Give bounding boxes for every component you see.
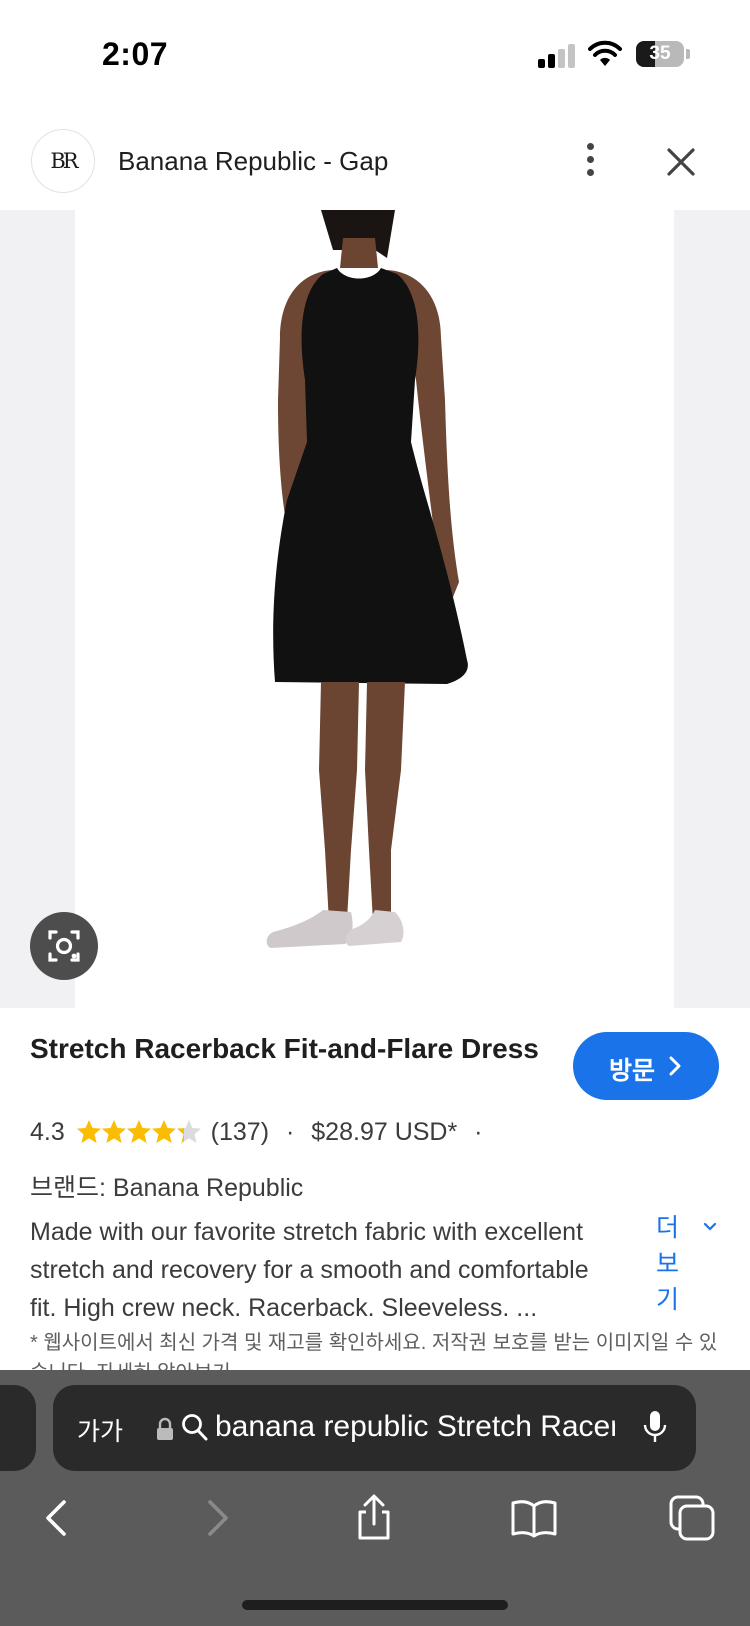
site-logo[interactable]: BR [31,129,95,193]
forward-button[interactable] [192,1494,240,1542]
battery-cap [686,49,690,59]
cellular-signal-icon [538,44,576,68]
disclaimer: * 웹사이트에서 최신 가격 및 재고를 확인하세요. 저작권 보호를 받는 이… [30,1332,718,1372]
more-link[interactable]: 더보기 [656,1210,684,1318]
back-button[interactable] [34,1494,82,1542]
product-title[interactable]: Stretch Racerback Fit-and-Flare Dress [30,1030,550,1068]
star-icon [151,1120,176,1144]
bookmarks-button[interactable] [510,1494,558,1542]
lock-icon [157,1417,173,1440]
product-image [75,210,674,1008]
visit-button[interactable]: 방문 [573,1032,719,1100]
star-icon [76,1120,101,1144]
microphone-icon[interactable] [642,1409,668,1445]
chevron-down-icon[interactable] [703,1222,717,1232]
wifi-icon [588,40,622,68]
close-icon [667,148,695,176]
model-in-dress-image [266,210,468,948]
chevron-right-icon [669,1056,681,1076]
description-line: Made with our favorite stretch fabric wi… [30,1218,584,1246]
status-bar: 2:07 35 [0,0,750,110]
star-icon [126,1120,151,1144]
description-line: fit. High crew neck. Racerback. Sleevele… [30,1294,538,1322]
rating-price-row: 4.3 (137) · $28.97 USD* · [30,1117,493,1153]
back-arrow-icon [46,1500,66,1536]
more-options-button[interactable] [570,135,610,185]
separator-dot-trailing: · [474,1117,483,1146]
site-title[interactable]: Banana Republic - Gap [118,146,388,177]
result-header: BR Banana Republic - Gap [0,120,750,210]
share-icon [358,1494,390,1540]
address-bar[interactable]: 가가 banana republic Stretch Racerback Fit… [53,1385,696,1471]
battery-icon: 35 [636,41,684,67]
product-image-area[interactable] [0,210,750,1008]
url-text[interactable]: banana republic Stretch Racerback Fit-an… [215,1410,615,1444]
forward-arrow-icon [208,1500,228,1536]
tabs-button[interactable] [668,1494,716,1542]
separator-dot: · [286,1117,295,1146]
battery-level: 35 [649,43,671,64]
tabs-icon [669,1495,715,1541]
close-button[interactable] [661,142,701,182]
visit-button-label: 방문 [609,1057,656,1085]
search-icon [182,1414,208,1441]
rating-value: 4.3 [30,1117,65,1146]
description-line: stretch and recovery for a smooth and co… [30,1256,589,1284]
review-count[interactable]: (137) [211,1118,269,1147]
browser-toolbar: 가가 banana republic Stretch Racerback Fit… [0,1370,750,1626]
price: $28.97 USD* [311,1117,458,1146]
product-description: Made with our favorite stretch fabric wi… [30,1213,645,1327]
previous-tab-preview[interactable] [0,1385,36,1471]
star-icon [101,1120,126,1144]
status-time: 2:07 [102,36,169,72]
text-size-button[interactable]: 가가 [77,1412,123,1448]
star-icon [176,1120,201,1144]
share-button[interactable] [350,1494,398,1542]
rating-stars [76,1119,202,1145]
lens-icon [48,930,80,962]
brand-line: 브랜드: Banana Republic [30,1174,304,1202]
google-lens-button[interactable] [30,912,98,980]
book-icon [511,1500,557,1538]
home-indicator [242,1600,508,1610]
